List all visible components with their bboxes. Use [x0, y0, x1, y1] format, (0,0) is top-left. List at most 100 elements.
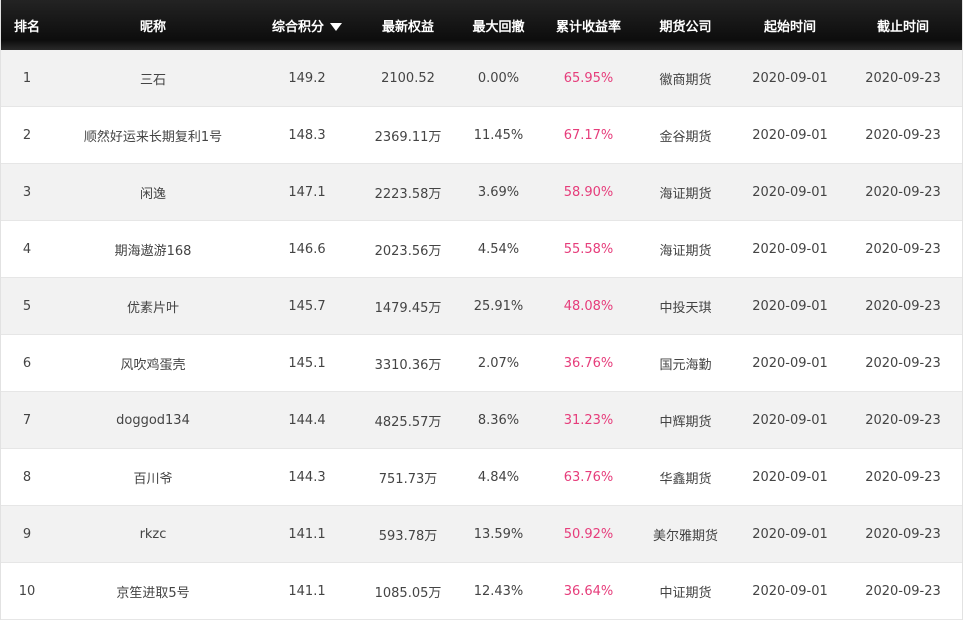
end-date-cell: 2020-09-23	[865, 184, 941, 200]
equity-cell: 593.78万	[378, 528, 438, 544]
drawdown-cell: 11.45%	[473, 127, 524, 143]
nickname-cell: 闲逸	[139, 186, 166, 202]
broker-cell: 中辉期货	[659, 414, 712, 430]
score-cell: 144.3	[288, 469, 326, 485]
equity-cell: 751.73万	[378, 471, 438, 487]
start-date-cell: 2020-09-01	[752, 412, 828, 428]
return-rate-cell: 67.17%	[563, 127, 614, 143]
end-date-cell: 2020-09-23	[865, 412, 941, 428]
header-equity[interactable]: 最新权益	[361, 16, 455, 35]
start-date-cell: 2020-09-01	[752, 526, 828, 542]
score-cell: 146.6	[288, 241, 326, 257]
end-date-cell: 2020-09-23	[865, 70, 941, 86]
broker-cell: 金谷期货	[659, 129, 712, 145]
nickname-cell: rkzc	[139, 526, 167, 542]
return-rate-cell: 58.90%	[563, 184, 614, 200]
header-start-date[interactable]: 起始时间	[736, 16, 844, 35]
equity-cell: 1085.05万	[374, 585, 442, 601]
header-return-rate[interactable]: 累计收益率	[542, 16, 635, 35]
score-cell: 148.3	[288, 127, 326, 143]
broker-cell: 海证期货	[659, 186, 712, 202]
nickname-cell: 优素片叶	[126, 300, 179, 316]
score-cell: 145.1	[288, 355, 326, 371]
drawdown-cell: 0.00%	[477, 70, 520, 86]
rank-cell: 1	[22, 70, 32, 86]
nickname-cell: 顺然好运来长期复利1号	[83, 129, 223, 145]
nickname-cell: 风吹鸡蛋壳	[120, 357, 186, 373]
start-date-cell: 2020-09-01	[752, 298, 828, 314]
broker-cell: 中投天琪	[659, 300, 712, 316]
table-row: 4 期海遨游168 146.6 2023.56万 4.54% 55.58% 海证…	[1, 221, 962, 278]
header-drawdown[interactable]: 最大回撤	[455, 16, 542, 35]
equity-cell: 3310.36万	[374, 357, 442, 373]
start-date-cell: 2020-09-01	[752, 355, 828, 371]
return-rate-cell: 36.76%	[563, 355, 614, 371]
rank-cell: 8	[22, 469, 32, 485]
broker-cell: 美尔雅期货	[652, 528, 718, 544]
table-row: 7 doggod134 144.4 4825.57万 8.36% 31.23% …	[1, 392, 962, 449]
start-date-cell: 2020-09-01	[752, 184, 828, 200]
table-row: 10 京笙进取5号 141.1 1085.05万 12.43% 36.64% 中…	[1, 563, 962, 620]
nickname-cell: 期海遨游168	[114, 243, 192, 259]
nickname-cell: 京笙进取5号	[116, 585, 190, 601]
score-cell: 147.1	[288, 184, 326, 200]
header-broker[interactable]: 期货公司	[635, 16, 736, 35]
drawdown-cell: 4.84%	[477, 469, 520, 485]
table-row: 1 三石 149.2 2100.52 0.00% 65.95% 徽商期货 202…	[1, 50, 962, 107]
return-rate-cell: 48.08%	[563, 298, 614, 314]
triangle-down-icon[interactable]	[330, 23, 342, 31]
table-row: 8 百川爷 144.3 751.73万 4.84% 63.76% 华鑫期货 20…	[1, 449, 962, 506]
score-cell: 145.7	[288, 298, 326, 314]
header-score[interactable]: 综合积分	[253, 16, 361, 35]
broker-cell: 国元海勤	[659, 357, 712, 373]
score-cell: 144.4	[288, 412, 326, 428]
broker-cell: 华鑫期货	[659, 471, 712, 487]
end-date-cell: 2020-09-23	[865, 355, 941, 371]
nickname-cell: 百川爷	[133, 471, 173, 487]
equity-cell: 2023.56万	[374, 243, 442, 259]
rank-cell: 3	[22, 184, 32, 200]
score-cell: 141.1	[288, 526, 326, 542]
return-rate-cell: 65.95%	[563, 70, 614, 86]
end-date-cell: 2020-09-23	[865, 127, 941, 143]
equity-cell: 2223.58万	[374, 186, 442, 202]
table-header: 排名 昵称 综合积分 最新权益 最大回撤 累计收益率 期货公司 起始时间 截止时…	[1, 0, 962, 50]
end-date-cell: 2020-09-23	[865, 526, 941, 542]
rank-cell: 10	[18, 583, 36, 599]
drawdown-cell: 25.91%	[473, 298, 524, 314]
equity-cell: 2369.11万	[374, 129, 442, 145]
return-rate-cell: 50.92%	[563, 526, 614, 542]
header-nickname[interactable]: 昵称	[53, 16, 253, 35]
start-date-cell: 2020-09-01	[752, 241, 828, 257]
rank-cell: 2	[22, 127, 32, 143]
table-row: 3 闲逸 147.1 2223.58万 3.69% 58.90% 海证期货 20…	[1, 164, 962, 221]
equity-cell: 2100.52	[381, 70, 435, 86]
header-rank[interactable]: 排名	[1, 16, 53, 35]
drawdown-cell: 3.69%	[477, 184, 520, 200]
nickname-cell: doggod134	[116, 412, 190, 428]
broker-cell: 徽商期货	[659, 72, 712, 88]
header-end-date[interactable]: 截止时间	[844, 16, 962, 35]
drawdown-cell: 8.36%	[477, 412, 520, 428]
nickname-cell: 三石	[139, 72, 166, 88]
end-date-cell: 2020-09-23	[865, 241, 941, 257]
score-cell: 149.2	[288, 70, 326, 86]
end-date-cell: 2020-09-23	[865, 298, 941, 314]
table-row: 9 rkzc 141.1 593.78万 13.59% 50.92% 美尔雅期货…	[1, 506, 962, 563]
rank-cell: 5	[22, 298, 32, 314]
table-row: 6 风吹鸡蛋壳 145.1 3310.36万 2.07% 36.76% 国元海勤…	[1, 335, 962, 392]
return-rate-cell: 31.23%	[563, 412, 614, 428]
broker-cell: 海证期货	[659, 243, 712, 259]
end-date-cell: 2020-09-23	[865, 469, 941, 485]
rank-cell: 4	[22, 241, 32, 257]
drawdown-cell: 4.54%	[477, 241, 520, 257]
start-date-cell: 2020-09-01	[752, 70, 828, 86]
equity-cell: 4825.57万	[374, 414, 442, 430]
rank-cell: 9	[22, 526, 32, 542]
ranking-table: 排名 昵称 综合积分 最新权益 最大回撤 累计收益率 期货公司 起始时间 截止时…	[0, 0, 963, 620]
return-rate-cell: 63.76%	[563, 469, 614, 485]
start-date-cell: 2020-09-01	[752, 583, 828, 599]
rank-cell: 7	[22, 412, 32, 428]
return-rate-cell: 55.58%	[563, 241, 614, 257]
drawdown-cell: 12.43%	[473, 583, 524, 599]
